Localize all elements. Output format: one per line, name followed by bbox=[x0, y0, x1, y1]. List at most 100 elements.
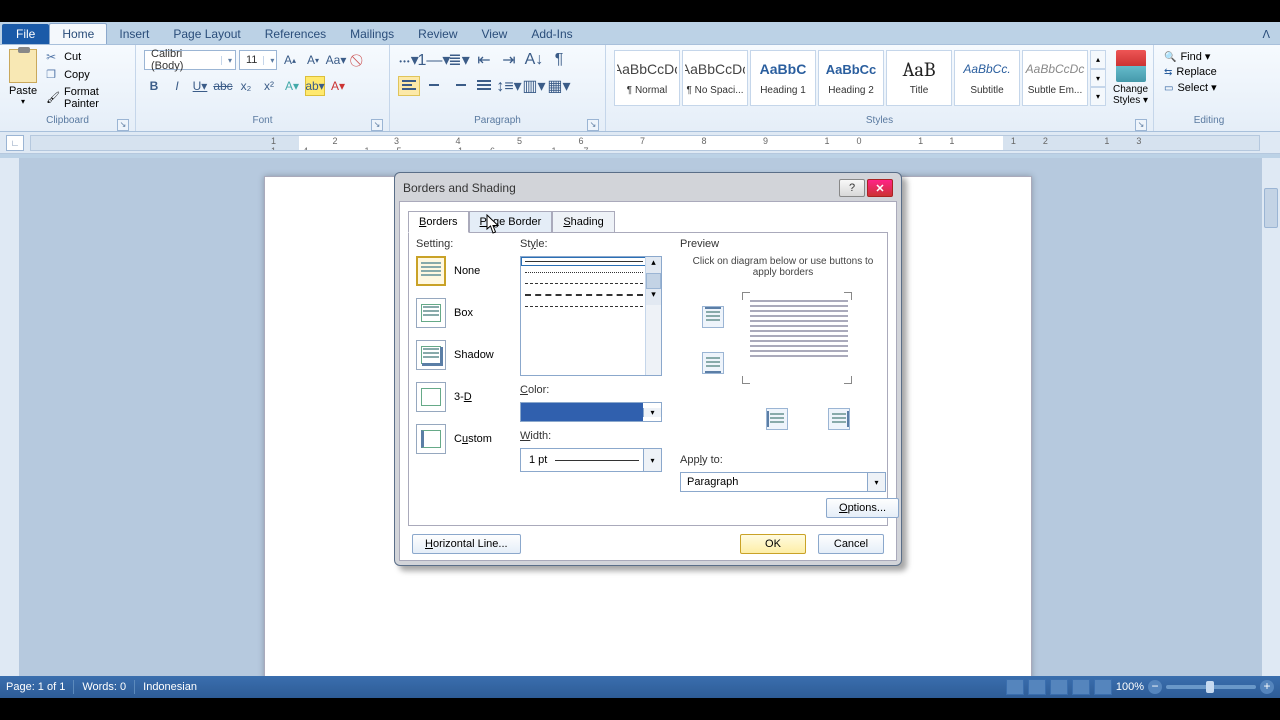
style-solid[interactable] bbox=[525, 261, 643, 262]
zoom-in-button[interactable]: + bbox=[1260, 680, 1274, 694]
border-top-button[interactable] bbox=[702, 306, 724, 328]
show-marks-button[interactable]: ¶ bbox=[548, 50, 570, 70]
preview-diagram[interactable] bbox=[702, 288, 872, 398]
status-language[interactable]: Indonesian bbox=[143, 681, 197, 693]
tab-page-layout[interactable]: Page Layout bbox=[161, 24, 252, 44]
cut-button[interactable]: Cut bbox=[44, 49, 129, 65]
shrink-font-button[interactable]: A▾ bbox=[303, 50, 323, 70]
font-launcher[interactable]: ↘ bbox=[371, 119, 383, 131]
tab-addins[interactable]: Add-Ins bbox=[519, 24, 584, 44]
view-outline[interactable] bbox=[1072, 679, 1090, 695]
justify-button[interactable] bbox=[473, 76, 495, 96]
decrease-indent-button[interactable]: ⇤ bbox=[473, 50, 495, 70]
setting-none[interactable]: None bbox=[416, 256, 512, 286]
tab-insert[interactable]: Insert bbox=[107, 24, 161, 44]
setting-custom[interactable]: Custom bbox=[416, 424, 512, 454]
align-center-button[interactable] bbox=[423, 76, 445, 96]
horizontal-line-button[interactable]: Horizontal Line... bbox=[412, 534, 521, 554]
setting-box[interactable]: Box bbox=[416, 298, 512, 328]
zoom-level[interactable]: 100% bbox=[1116, 681, 1144, 693]
style-dashed-m[interactable] bbox=[525, 294, 643, 296]
tab-home[interactable]: Home bbox=[49, 23, 107, 44]
align-left-button[interactable] bbox=[398, 76, 420, 96]
strike-button[interactable]: abc bbox=[213, 76, 233, 96]
copy-button[interactable]: Copy bbox=[44, 67, 129, 83]
border-right-button[interactable] bbox=[828, 408, 850, 430]
ribbon-minimize-icon[interactable]: ᐱ bbox=[1252, 25, 1280, 44]
style-dotted[interactable] bbox=[525, 272, 643, 273]
view-full-screen[interactable] bbox=[1028, 679, 1046, 695]
status-page[interactable]: Page: 1 of 1 bbox=[6, 681, 65, 693]
superscript-button[interactable]: x² bbox=[259, 76, 279, 96]
paste-button[interactable]: Paste ▾ bbox=[4, 47, 42, 108]
border-bottom-button[interactable] bbox=[702, 352, 724, 374]
border-left-button[interactable] bbox=[766, 408, 788, 430]
zoom-out-button[interactable]: − bbox=[1148, 680, 1162, 694]
dialog-help-button[interactable]: ? bbox=[839, 179, 865, 197]
apply-to-combo[interactable]: Paragraph ▾ bbox=[680, 472, 886, 492]
numbering-button[interactable]: 1―▾ bbox=[423, 50, 445, 70]
dialog-close-button[interactable]: ✕ bbox=[867, 179, 893, 197]
styles-scroll[interactable]: ▴▾▾ bbox=[1090, 50, 1106, 106]
clipboard-launcher[interactable]: ↘ bbox=[117, 119, 129, 131]
grow-font-button[interactable]: A▴ bbox=[280, 50, 300, 70]
style-normal[interactable]: AaBbCcDc¶ Normal bbox=[614, 50, 680, 106]
change-styles-button[interactable]: Change Styles ▾ bbox=[1110, 47, 1151, 109]
align-right-button[interactable] bbox=[448, 76, 470, 96]
clear-formatting-button[interactable]: ⃠ bbox=[349, 50, 369, 70]
bold-button[interactable]: B bbox=[144, 76, 164, 96]
setting-3d[interactable]: 3-D bbox=[416, 382, 512, 412]
zoom-slider[interactable] bbox=[1166, 685, 1256, 689]
increase-indent-button[interactable]: ⇥ bbox=[498, 50, 520, 70]
find-button[interactable]: Find ▾ bbox=[1164, 50, 1217, 63]
dialog-titlebar[interactable]: Borders and Shading ? ✕ bbox=[399, 177, 897, 199]
font-size-combo[interactable]: 11▾ bbox=[239, 50, 277, 70]
dialog-tab-page-border[interactable]: Page Border bbox=[469, 211, 553, 233]
style-heading1[interactable]: AaBbCHeading 1 bbox=[750, 50, 816, 106]
ok-button[interactable]: OK bbox=[740, 534, 806, 554]
vertical-ruler[interactable] bbox=[0, 158, 20, 676]
style-dashed-s[interactable] bbox=[525, 283, 643, 284]
highlight-button[interactable]: ab▾ bbox=[305, 76, 325, 96]
style-nospacing[interactable]: AaBbCcDc¶ No Spaci... bbox=[682, 50, 748, 106]
text-effects-button[interactable]: A▾ bbox=[282, 76, 302, 96]
tab-references[interactable]: References bbox=[253, 24, 338, 44]
tab-review[interactable]: Review bbox=[406, 24, 469, 44]
style-dash-dot[interactable] bbox=[525, 306, 643, 307]
sort-button[interactable]: A↓ bbox=[523, 50, 545, 70]
multilevel-button[interactable]: ≣▾ bbox=[448, 50, 470, 70]
shading-button[interactable]: ▥▾ bbox=[523, 76, 545, 96]
vertical-scrollbar[interactable] bbox=[1262, 158, 1280, 676]
dialog-tab-borders[interactable]: Borders bbox=[408, 211, 469, 233]
view-web-layout[interactable] bbox=[1050, 679, 1068, 695]
tab-view[interactable]: View bbox=[470, 24, 520, 44]
styles-launcher[interactable]: ↘ bbox=[1135, 119, 1147, 131]
view-print-layout[interactable] bbox=[1006, 679, 1024, 695]
dialog-tab-shading[interactable]: Shading bbox=[552, 211, 614, 233]
font-color-button[interactable]: A▾ bbox=[328, 76, 348, 96]
format-painter-button[interactable]: Format Painter bbox=[44, 85, 129, 111]
cancel-button[interactable]: Cancel bbox=[818, 534, 884, 554]
italic-button[interactable]: I bbox=[167, 76, 187, 96]
font-name-combo[interactable]: Calibri (Body)▾ bbox=[144, 50, 236, 70]
select-button[interactable]: Select ▾ bbox=[1164, 81, 1217, 94]
color-combo[interactable]: ▾ bbox=[520, 402, 662, 422]
file-tab[interactable]: File bbox=[2, 24, 49, 44]
style-subtle-em[interactable]: AaBbCcDcSubtle Em... bbox=[1022, 50, 1088, 106]
style-subtitle[interactable]: AaBbCc.Subtitle bbox=[954, 50, 1020, 106]
underline-button[interactable]: U▾ bbox=[190, 76, 210, 96]
setting-shadow[interactable]: Shadow bbox=[416, 340, 512, 370]
tab-mailings[interactable]: Mailings bbox=[338, 24, 406, 44]
style-heading2[interactable]: AaBbCcHeading 2 bbox=[818, 50, 884, 106]
horizontal-ruler[interactable]: 1 2 3 4 5 6 7 8 9 10 11 12 13 14 15 16 1… bbox=[30, 135, 1260, 151]
tab-selector[interactable]: ∟ bbox=[6, 135, 24, 151]
width-combo[interactable]: 1 pt ▾ bbox=[520, 448, 662, 472]
options-button[interactable]: Options... bbox=[826, 498, 899, 518]
subscript-button[interactable]: x₂ bbox=[236, 76, 256, 96]
replace-button[interactable]: Replace bbox=[1164, 66, 1217, 78]
status-words[interactable]: Words: 0 bbox=[82, 681, 126, 693]
style-listbox[interactable]: ▴▾ bbox=[520, 256, 662, 376]
style-title[interactable]: AaBTitle bbox=[886, 50, 952, 106]
change-case-button[interactable]: Aa▾ bbox=[326, 50, 346, 70]
line-spacing-button[interactable]: ↕≡▾ bbox=[498, 76, 520, 96]
